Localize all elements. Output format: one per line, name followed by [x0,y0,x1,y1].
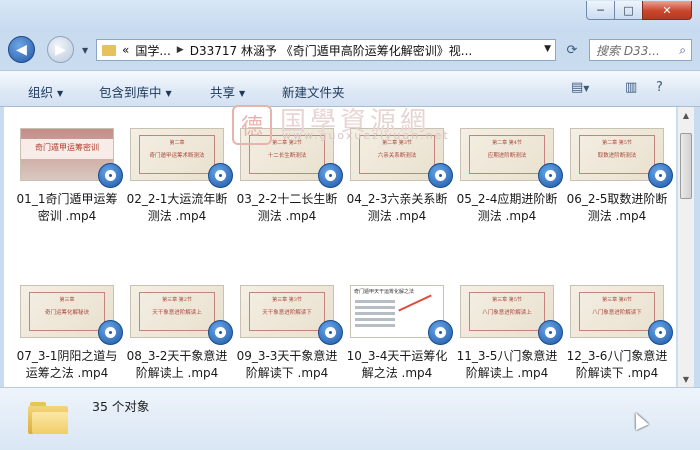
scroll-up-icon[interactable]: ▲ [678,107,694,123]
breadcrumb-chevron-icon[interactable]: ▶ [177,45,184,55]
arrow-right-icon: ▶ [55,41,66,58]
organize-menu[interactable]: 组织 ▼ [28,82,63,101]
command-bar: 组织 ▼ 包含到库中 ▼ 共享 ▼ 新建文件夹 ▤▼ ▥ ? [0,70,700,107]
file-name: 11_3-5八门象意进阶解读上 .mp4 [456,349,558,380]
file-list[interactable]: 奇门遁甲运筹密训 01_1奇门遁甲运筹密训 .mp4 第二章 奇门遁甲运筹术断测法 02… [4,107,676,387]
recent-pages-dropdown[interactable]: ▼ [82,46,92,56]
address-overflow[interactable]: « [122,43,129,57]
share-label: 共享 [210,85,236,100]
minimize-button[interactable]: ─ [586,1,615,20]
preview-pane-icon: ▥ [625,80,638,95]
scroll-down-icon[interactable]: ▼ [678,371,694,387]
breadcrumb-segment[interactable]: 国学... [135,42,170,59]
vertical-scrollbar[interactable]: ▲ ▼ [677,107,694,387]
forward-button[interactable]: ▶ [47,36,74,63]
file-name: 08_3-2天干象意进阶解读上 .mp4 [126,349,228,380]
help-icon: ? [656,80,663,95]
video-file-icon [538,320,563,345]
view-icon: ▤ [571,80,584,95]
file-name: 01_1奇门遁甲运筹密训 .mp4 [16,192,118,223]
include-label: 包含到库中 [99,85,162,100]
video-file-icon [98,320,123,345]
preview-pane-button[interactable]: ▥ [625,80,637,95]
help-button[interactable]: ? [656,80,663,95]
search-box[interactable]: 搜索 D33... ⌕ [589,39,692,61]
file-name: 09_3-3天干象意进阶解读下 .mp4 [236,349,338,380]
folder-icon [28,400,68,434]
file-item[interactable]: 第二章 第2节 十二长生断测法 03_2-2十二长生断测法 .mp4 [237,128,344,233]
title-bar: ─ □ ✕ [0,0,700,32]
video-file-icon [208,163,233,188]
video-file-icon [538,163,563,188]
folder-icon [102,44,116,56]
scrollbar-thumb[interactable] [680,133,692,199]
video-file-icon [648,163,673,188]
file-item[interactable]: 第二章 第5节 取数进阶断测法 06_2-5取数进阶断测法 .mp4 [567,128,674,233]
video-file-icon [648,320,673,345]
refresh-icon: ⟳ [566,42,578,58]
file-name: 02_2-1大运流年断测法 .mp4 [126,192,228,223]
file-name: 07_3-1阴阳之道与运筹之法 .mp4 [16,349,118,380]
explorer-window: ─ □ ✕ ◀ ▶ ▼ « 国学... ▶ D33717 林涵予 《奇门遁甲高阶… [0,0,700,450]
file-name: 05_2-4应期进阶断测法 .mp4 [456,192,558,223]
video-file-icon [428,320,453,345]
file-name: 03_2-2十二长生断测法 .mp4 [236,192,338,223]
file-name: 10_3-4天干运筹化解之法 .mp4 [346,349,448,380]
file-item[interactable]: 第三章 奇门运筹化解秘诀 07_3-1阴阳之道与运筹之法 .mp4 [17,285,124,387]
chevron-down-icon: ▼ [239,89,246,98]
file-item[interactable]: 第三章 第3节 天干象意进阶解读下 09_3-3天干象意进阶解读下 .mp4 [237,285,344,387]
organize-label: 组织 [28,85,54,100]
video-file-icon [208,320,233,345]
video-file-icon [428,163,453,188]
change-view-button[interactable]: ▤▼ [571,80,589,95]
search-icon[interactable]: ⌕ [679,43,686,58]
file-item[interactable]: 奇门遁甲运筹密训 01_1奇门遁甲运筹密训 .mp4 [17,128,124,233]
include-in-library-menu[interactable]: 包含到库中 ▼ [99,82,172,101]
file-item[interactable]: 第三章 第5节 八门象意进阶解读上 11_3-5八门象意进阶解读上 .mp4 [457,285,564,387]
share-menu[interactable]: 共享 ▼ [210,82,245,101]
file-item[interactable]: 第二章 第3节 六亲关系断测法 04_2-3六亲关系断测法 .mp4 [347,128,454,233]
maximize-button[interactable]: □ [614,1,643,20]
search-placeholder: 搜索 D33... [596,43,660,58]
chevron-down-icon: ▼ [165,89,172,98]
refresh-button[interactable]: ⟳ [560,39,584,61]
video-file-icon [318,320,343,345]
navigation-bar: ◀ ▶ ▼ « 国学... ▶ D33717 林涵予 《奇门遁甲高阶运筹化解密训… [0,32,700,68]
new-folder-button[interactable]: 新建文件夹 [282,82,345,101]
chevron-down-icon: ▼ [583,84,590,93]
back-button[interactable]: ◀ [8,36,35,63]
video-file-icon [318,163,343,188]
file-name: 12_3-6八门象意进阶解读下 .mp4 [566,349,668,380]
file-name: 04_2-3六亲关系断测法 .mp4 [346,192,448,223]
item-count: 35 个对象 [92,399,150,414]
file-item[interactable]: 第三章 第6节 八门象意进阶解读下 12_3-6八门象意进阶解读下 .mp4 [567,285,674,387]
file-item[interactable]: 第二章 第4节 应期进阶断测法 05_2-4应期进阶断测法 .mp4 [457,128,564,233]
file-item[interactable]: 奇门遁甲天干运筹化解之法 10_3-4天干运筹化解之法 .mp4 [347,285,454,387]
file-name: 06_2-5取数进阶断测法 .mp4 [566,192,668,223]
arrow-left-icon: ◀ [16,41,27,58]
address-bar[interactable]: « 国学... ▶ D33717 林涵予 《奇门遁甲高阶运筹化解密训》视... … [96,39,556,61]
file-item[interactable]: 第三章 第2节 天干象意进阶解读上 08_3-2天干象意进阶解读上 .mp4 [127,285,234,387]
chevron-down-icon: ▼ [57,89,64,98]
breadcrumb-segment-current[interactable]: D33717 林涵予 《奇门遁甲高阶运筹化解密训》视... [190,42,473,59]
close-button[interactable]: ✕ [642,1,692,20]
file-item[interactable]: 第二章 奇门遁甲运筹术断测法 02_2-1大运流年断测法 .mp4 [127,128,234,233]
video-file-icon [98,163,123,188]
address-dropdown-icon[interactable]: ▼ [544,44,551,54]
new-folder-label: 新建文件夹 [282,85,345,100]
details-pane: 35 个对象 [0,387,700,450]
